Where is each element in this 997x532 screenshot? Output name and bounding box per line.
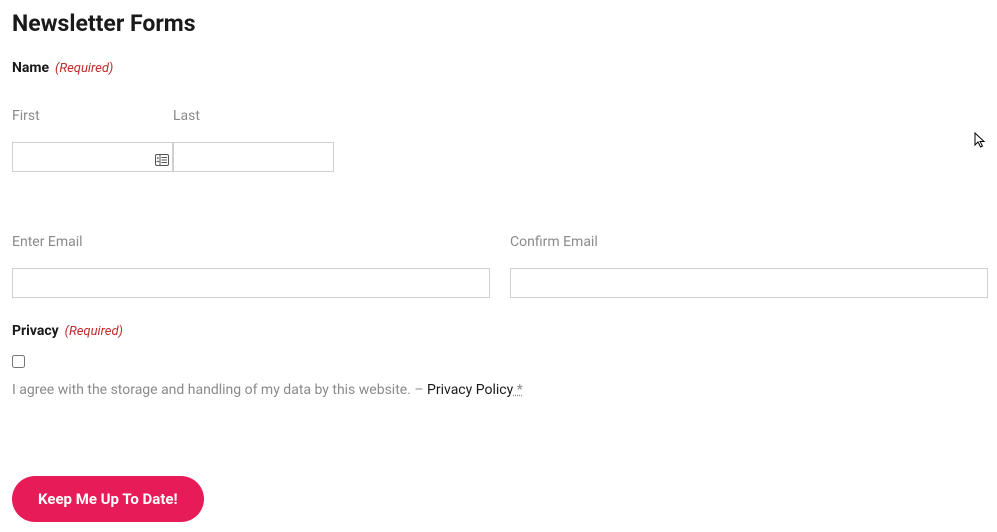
last-name-input[interactable] xyxy=(173,142,334,172)
enter-email-input[interactable] xyxy=(12,268,490,298)
privacy-consent-text: I agree with the storage and handling of… xyxy=(12,382,985,398)
privacy-field-group: Privacy (Required) I agree with the stor… xyxy=(12,320,985,398)
confirm-email-label: Confirm Email xyxy=(510,234,988,250)
last-name-input-wrap xyxy=(173,142,334,172)
submit-button[interactable]: Keep Me Up To Date! xyxy=(12,476,204,522)
page-title: Newsletter Forms xyxy=(12,10,985,37)
name-inputs-row xyxy=(12,142,985,172)
last-name-label: Last xyxy=(173,108,334,124)
name-required-tag: (Required) xyxy=(55,61,113,76)
privacy-checkbox-row xyxy=(12,353,985,372)
email-field-group: Enter Email Confirm Email xyxy=(12,234,985,298)
first-name-input[interactable] xyxy=(12,142,173,172)
confirm-email-input[interactable] xyxy=(510,268,988,298)
confirm-email-col: Confirm Email xyxy=(510,234,988,298)
privacy-label: Privacy xyxy=(12,323,59,339)
first-name-input-wrap xyxy=(12,142,173,172)
name-label-row: Name (Required) xyxy=(12,57,985,76)
enter-email-col: Enter Email xyxy=(12,234,490,298)
name-sublabels: First Last xyxy=(12,108,985,142)
enter-email-label: Enter Email xyxy=(12,234,490,250)
name-field-group: Name (Required) First Last xyxy=(12,57,985,172)
first-name-label: First xyxy=(12,108,173,124)
privacy-asterisk: * xyxy=(513,382,523,398)
privacy-checkbox[interactable] xyxy=(12,355,25,368)
privacy-required-tag: (Required) xyxy=(65,324,123,339)
privacy-policy-link[interactable]: Privacy Policy xyxy=(427,382,513,398)
name-label: Name xyxy=(12,60,49,76)
privacy-consent-body: I agree with the storage and handling of… xyxy=(12,382,427,398)
privacy-label-row: Privacy (Required) xyxy=(12,320,985,339)
